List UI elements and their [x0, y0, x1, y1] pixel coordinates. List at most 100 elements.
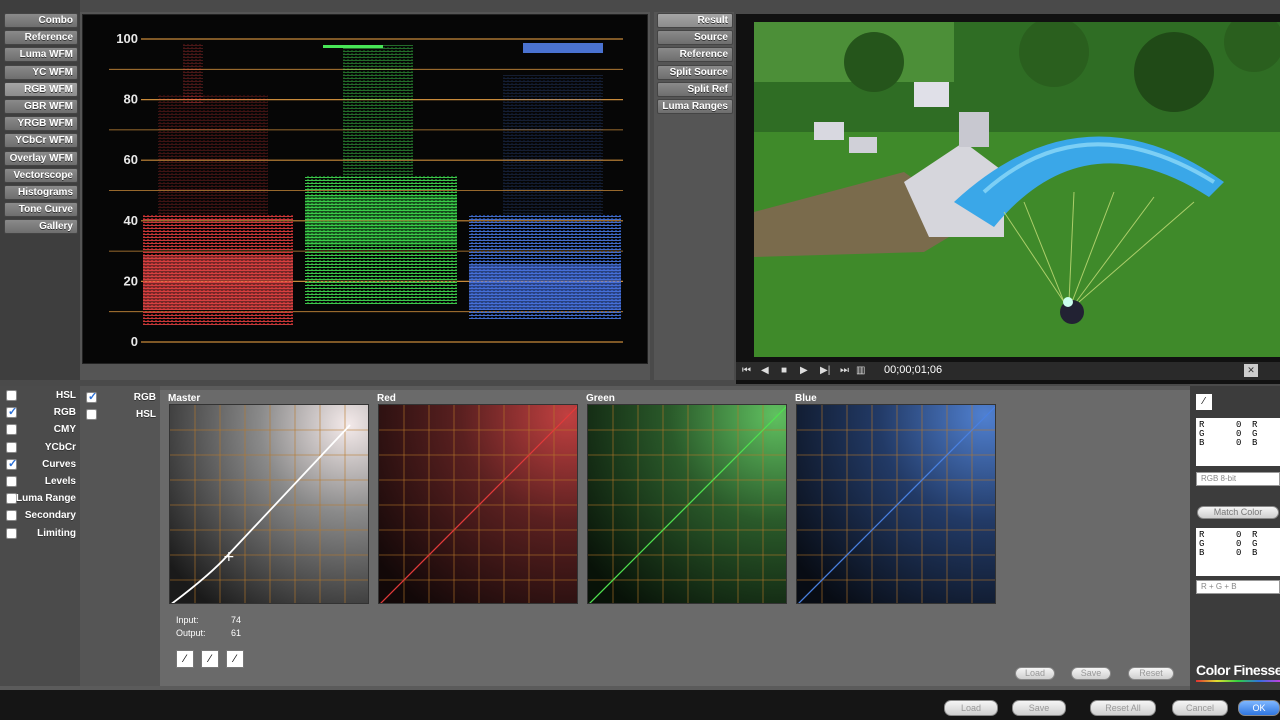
input-label: Input:: [176, 615, 199, 625]
curves-subtab-checkbox[interactable]: [86, 409, 97, 421]
correction-tab-levels[interactable]: Levels: [4, 474, 78, 489]
go-to-start-icon[interactable]: ⏮: [742, 365, 751, 376]
correction-checkbox[interactable]: [6, 424, 17, 436]
white-eyedropper-icon[interactable]: ⁄: [226, 650, 244, 668]
green-curve-line[interactable]: [588, 405, 787, 604]
correction-tab-limiting[interactable]: Limiting: [4, 526, 78, 541]
dialog-button-bar: [0, 690, 1280, 720]
viewer-tab-result[interactable]: Result: [657, 13, 733, 28]
red-curve-svg[interactable]: [379, 405, 578, 604]
correction-checkbox[interactable]: [6, 527, 17, 539]
frame-strip-icon[interactable]: ▥: [856, 365, 865, 376]
viewer-tab-split-ref[interactable]: Split Ref: [657, 81, 733, 97]
cancel-button[interactable]: Cancel: [1172, 700, 1228, 716]
scope-tab-reference[interactable]: Reference: [4, 30, 78, 46]
scope-tab-tone-curve[interactable]: Tone Curve: [4, 202, 78, 218]
viewer-tab-split-source[interactable]: Split Source: [657, 64, 733, 80]
scope-tab-overlay-wfm[interactable]: Overlay WFM: [4, 150, 78, 166]
play-icon[interactable]: ▶: [800, 365, 808, 376]
bitdepth-select[interactable]: RGB 8-bit: [1196, 472, 1280, 486]
curves-sub-tab-column: [80, 386, 160, 686]
correction-tab-label: Limiting: [37, 527, 76, 539]
correction-checkbox[interactable]: [6, 457, 17, 470]
green-curve-svg[interactable]: [588, 405, 787, 604]
target-rgb-readout: R G B 0 0 0 R G B: [1196, 528, 1280, 576]
step-back-icon[interactable]: ◀︎: [761, 365, 769, 376]
master-curve-label: Master: [168, 393, 201, 404]
scope-tab-ycbcr-wfm[interactable]: YCbCr WFM: [4, 133, 78, 149]
scope-tab-luma-wfm[interactable]: Luma WFM: [4, 47, 78, 63]
curves-reset-button[interactable]: Reset: [1128, 667, 1174, 680]
correction-tab-label: Levels: [44, 476, 76, 487]
waveform-axis-label: 20: [124, 273, 138, 288]
eyedropper-sample-icon[interactable]: ⁄: [1196, 394, 1212, 410]
stop-icon[interactable]: ■: [781, 365, 787, 376]
load-button[interactable]: Load: [944, 700, 998, 716]
correction-tab-hsl[interactable]: HSL: [4, 388, 78, 403]
scope-tab-yc-wfm[interactable]: YC WFM: [4, 64, 78, 80]
correction-tab-ycbcr[interactable]: YCbCr: [4, 440, 78, 455]
scope-tab-histograms[interactable]: Histograms: [4, 185, 78, 200]
blue-curve-svg[interactable]: [797, 405, 996, 604]
scope-tab-gallery[interactable]: Gallery: [4, 219, 78, 235]
blue-curve-editor[interactable]: [796, 404, 996, 604]
viewer-tab-luma-ranges[interactable]: Luma Ranges: [657, 99, 733, 114]
source-rgb-channel-labels: R G B: [1199, 420, 1205, 448]
master-curve-svg[interactable]: +: [170, 405, 369, 604]
correction-checkbox[interactable]: [6, 390, 17, 401]
scope-tab-yrgb-wfm[interactable]: YRGB WFM: [4, 116, 78, 132]
viewer-tab-reference[interactable]: Reference: [657, 47, 733, 63]
viewer-tab-source[interactable]: Source: [657, 30, 733, 46]
curves-load-button[interactable]: Load: [1015, 667, 1055, 680]
scope-tab-rgb-wfm[interactable]: RGB WFM: [4, 81, 78, 97]
correction-tab-secondary[interactable]: Secondary: [4, 508, 78, 523]
transport-bar: ⏮ ◀︎ ■ ▶ ▶︎| ⏭ ▥ 00;00;01;06 ✕: [736, 362, 1280, 380]
correction-tab-cmy[interactable]: CMY: [4, 422, 78, 437]
ok-button[interactable]: OK: [1238, 700, 1280, 716]
correction-tab-curves[interactable]: Curves: [4, 457, 78, 472]
master-curve-editor[interactable]: +: [169, 404, 369, 604]
curves-subtab-rgb[interactable]: RGB: [84, 390, 158, 405]
correction-tab-label: CMY: [53, 424, 76, 436]
brand-underline: [1196, 680, 1280, 682]
curve-control-point-icon[interactable]: +: [223, 549, 235, 565]
red-curve-line[interactable]: [379, 405, 578, 604]
correction-checkbox[interactable]: [6, 405, 17, 419]
brand-logo: Color Finesse: [1196, 662, 1280, 678]
correction-checkbox[interactable]: [6, 441, 17, 453]
correction-tab-rgb[interactable]: RGB: [4, 405, 78, 420]
correction-tab-luma-range[interactable]: Luma Range: [4, 491, 78, 506]
red-curve-editor[interactable]: [378, 404, 578, 604]
correction-checkbox[interactable]: [6, 476, 17, 487]
blue-curve-line[interactable]: [797, 405, 996, 604]
target-rgb-channel-labels: R G B: [1199, 530, 1205, 558]
save-button[interactable]: Save: [1012, 700, 1066, 716]
curves-save-button[interactable]: Save: [1071, 667, 1111, 680]
timecode: 00;00;01;06: [884, 364, 943, 376]
green-curve-editor[interactable]: [587, 404, 787, 604]
gray-eyedropper-icon[interactable]: ⁄: [201, 650, 219, 668]
reset-all-button[interactable]: Reset All: [1090, 700, 1156, 716]
master-curve-line[interactable]: [170, 424, 351, 604]
source-rgb-readout: R G B 0 0 0 R G B: [1196, 418, 1280, 466]
output-label: Output:: [176, 628, 206, 638]
match-formula-select[interactable]: R + G + B: [1196, 580, 1280, 594]
red-curve-label: Red: [377, 393, 396, 404]
curves-subtab-checkbox[interactable]: [86, 390, 97, 403]
correction-checkbox[interactable]: [6, 510, 17, 522]
step-forward-icon[interactable]: ▶︎|: [820, 365, 830, 376]
curves-subtab-hsl[interactable]: HSL: [84, 407, 158, 422]
blue-curve-label: Blue: [795, 393, 817, 404]
black-eyedropper-icon[interactable]: ⁄: [176, 650, 194, 668]
waveform-axis-label: 40: [124, 213, 138, 228]
blue-channel-trace: [469, 43, 621, 320]
waveform-svg: 100 80 60 40 20 0: [109, 31, 623, 349]
match-color-button[interactable]: Match Color: [1197, 506, 1279, 519]
close-icon[interactable]: ✕: [1244, 364, 1258, 377]
scope-tab-combo[interactable]: Combo: [4, 13, 78, 28]
go-to-end-icon[interactable]: ⏭: [840, 365, 849, 376]
waveform-axis-label: 0: [131, 334, 138, 349]
scope-tab-gbr-wfm[interactable]: GBR WFM: [4, 99, 78, 114]
scope-tab-vectorscope[interactable]: Vectorscope: [4, 167, 78, 183]
target-rgb-values: 0 0 0: [1236, 530, 1242, 558]
